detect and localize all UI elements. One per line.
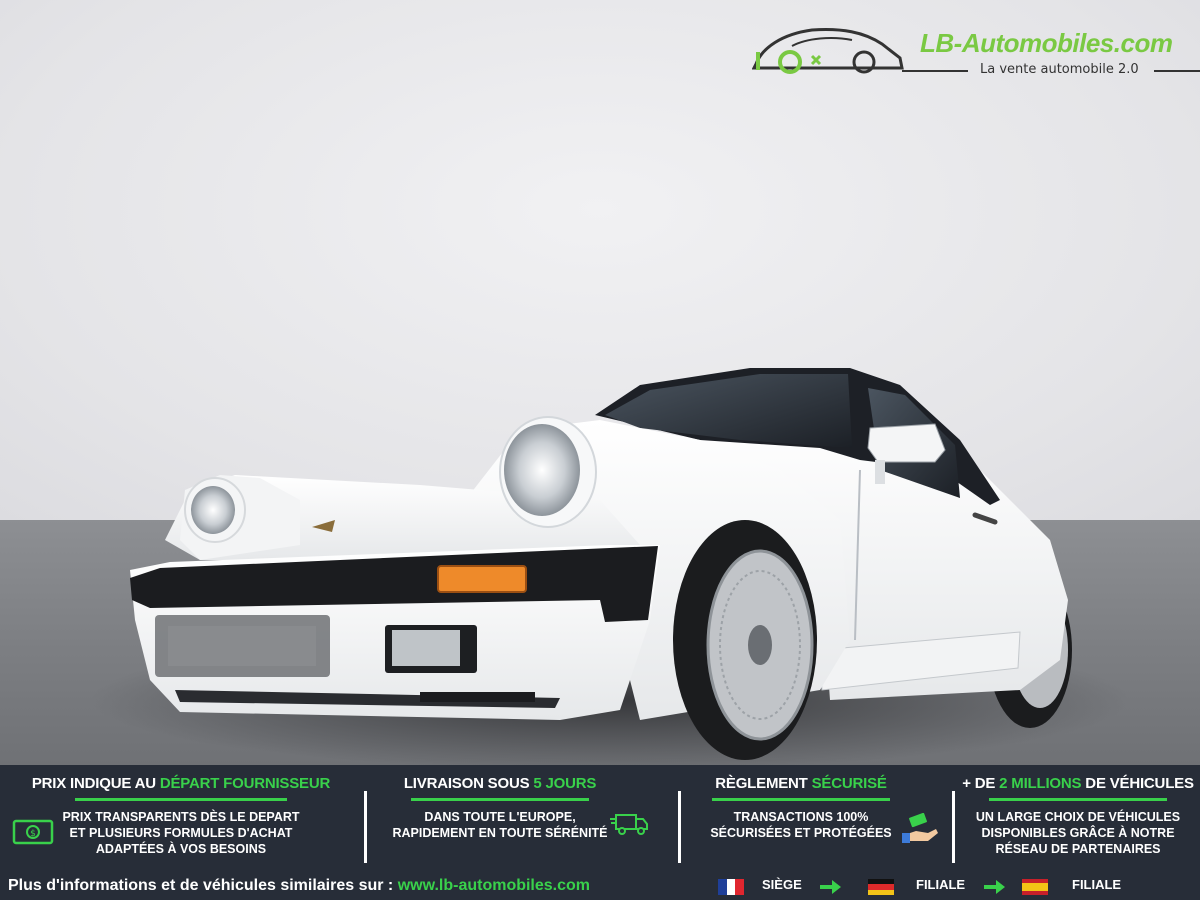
money-icon: $	[12, 819, 54, 845]
brand-tagline: La vente automobile 2.0	[980, 62, 1139, 77]
network-label-filiale-de: FILIALE	[916, 877, 966, 892]
germany-flag-icon	[868, 879, 894, 895]
network-label-siege: SIÈGE	[762, 877, 802, 892]
divider	[952, 791, 955, 863]
tagline-rule-left	[902, 70, 968, 72]
car-photo: LB-Automobiles.com La vente automobile 2…	[0, 0, 1200, 765]
website-link[interactable]: www.lb-automobiles.com	[398, 877, 590, 894]
feature-delivery: LIVRAISON SOUS 5 JOURS DANS TOUTE L'EURO…	[380, 775, 620, 841]
feature-rule	[712, 798, 890, 801]
spain-flag-icon	[1022, 879, 1048, 895]
network-label-filiale-es: FILIALE	[1072, 877, 1122, 892]
white-porsche-911-image	[90, 368, 1130, 765]
info-banner: PRIX INDIQUE AU DÉPART FOURNISSEUR PRIX …	[0, 765, 1200, 900]
payment-hand-icon	[902, 813, 938, 843]
feature-title: RÈGLEMENT SÉCURISÉ	[715, 775, 887, 792]
feature-desc: PRIX TRANSPARENTS DÈS LE DEPART ET PLUSI…	[62, 810, 300, 856]
feature-title: PRIX INDIQUE AU DÉPART FOURNISSEUR	[31, 775, 331, 792]
tagline-rule-right	[1154, 70, 1200, 72]
lb-automobiles-logo: LB-Automobiles.com La vente automobile 2…	[752, 24, 1200, 84]
delivery-truck-icon	[610, 814, 648, 835]
feature-rule	[989, 798, 1167, 801]
brand-name: LB-Automobiles.com	[920, 28, 1173, 58]
arrow-right-icon	[984, 880, 1005, 894]
car-silhouette-logo-icon	[752, 28, 904, 74]
feature-desc: TRANSACTIONS 100% SÉCURISÉES ET PROTÉGÉE…	[710, 810, 892, 840]
feature-desc: UN LARGE CHOIX DE VÉHICULES DISPONIBLES …	[975, 810, 1181, 856]
feature-payment: RÈGLEMENT SÉCURISÉ TRANSACTIONS 100% SÉC…	[696, 775, 906, 841]
divider	[678, 791, 681, 863]
feature-title: LIVRAISON SOUS 5 JOURS	[403, 775, 597, 792]
france-flag-icon	[718, 879, 745, 895]
feature-price: PRIX INDIQUE AU DÉPART FOURNISSEUR PRIX …	[22, 775, 340, 857]
feature-rule	[411, 798, 589, 801]
feature-vehicles: + DE 2 MILLIONS DE VÉHICULES UN LARGE CH…	[958, 775, 1198, 857]
feature-desc: DANS TOUTE L'EUROPE, RAPIDEMENT EN TOUTE…	[392, 810, 608, 840]
feature-title: + DE 2 MILLIONS DE VÉHICULES	[962, 775, 1194, 792]
footer-text: Plus d'informations et de véhicules simi…	[8, 877, 398, 894]
arrow-right-icon	[820, 880, 841, 894]
feature-rule	[75, 798, 287, 801]
footer-info: Plus d'informations et de véhicules simi…	[8, 877, 590, 895]
svg-text:$: $	[30, 829, 36, 839]
divider	[364, 791, 367, 863]
